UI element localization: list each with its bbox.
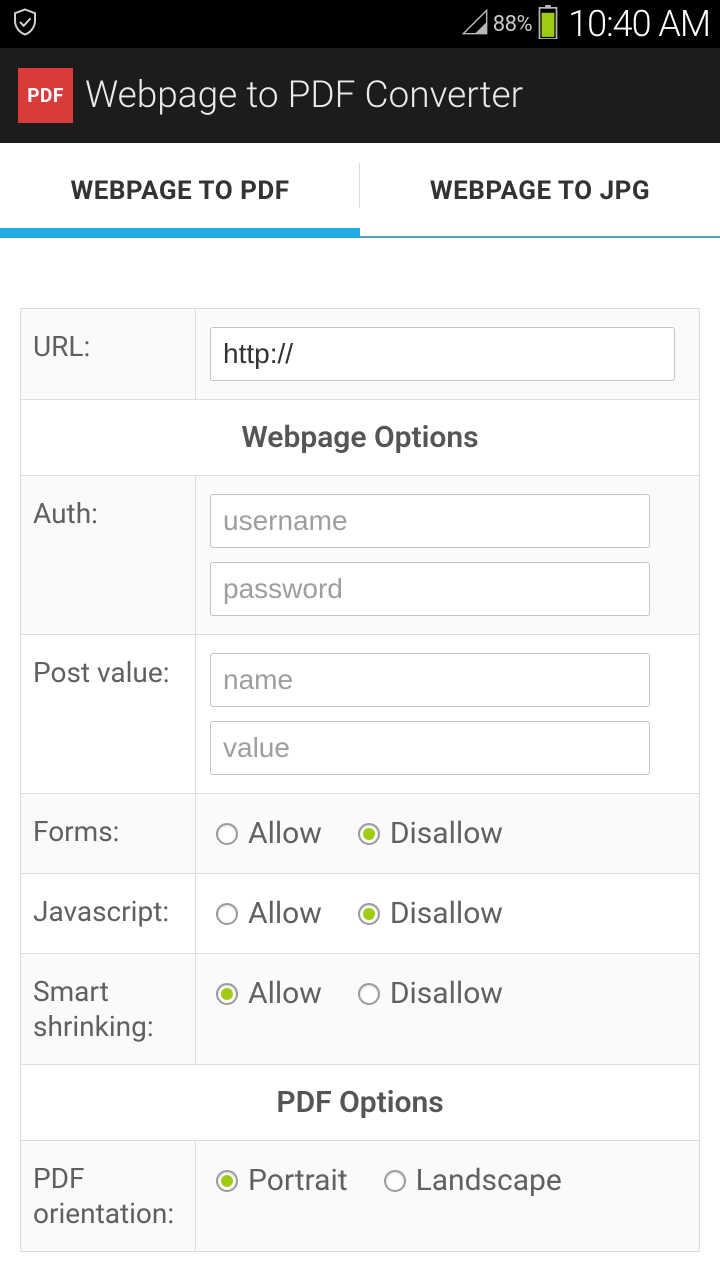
auth-label: Auth: (21, 476, 196, 634)
forms-disallow-radio[interactable]: Disallow (358, 816, 503, 851)
status-bar: 88% 10:40 AM (0, 0, 720, 48)
auth-username-input[interactable] (210, 494, 650, 548)
radio-label: Allow (248, 896, 322, 931)
tab-webpage-to-pdf[interactable]: WEBPAGE TO PDF (0, 143, 360, 238)
radio-label: Disallow (390, 976, 503, 1011)
tab-label: WEBPAGE TO PDF (70, 176, 289, 206)
radio-icon (216, 983, 238, 1005)
app-title: Webpage to PDF Converter (85, 74, 523, 117)
app-title-bar: PDF Webpage to PDF Converter (0, 48, 720, 143)
radio-icon (216, 823, 238, 845)
row-javascript: Javascript: Allow Disallow (21, 874, 699, 954)
orientation-landscape-radio[interactable]: Landscape (384, 1163, 562, 1198)
radio-label: Disallow (390, 816, 503, 851)
radio-label: Allow (248, 976, 322, 1011)
signal-icon (461, 8, 489, 40)
post-name-input[interactable] (210, 653, 650, 707)
shield-icon (10, 7, 40, 41)
tab-label: WEBPAGE TO JPG (430, 176, 650, 206)
url-input[interactable] (210, 327, 675, 381)
forms-label: Forms: (21, 794, 196, 873)
row-smart-shrinking: Smart shrinking: Allow Disallow (21, 954, 699, 1065)
javascript-label: Javascript: (21, 874, 196, 953)
shrinking-allow-radio[interactable]: Allow (216, 976, 322, 1011)
battery-percentage: 88% (493, 12, 532, 37)
post-value-input[interactable] (210, 721, 650, 775)
form-content: URL: Webpage Options Auth: Post value: F… (0, 238, 720, 1252)
radio-icon (358, 823, 380, 845)
radio-label: Landscape (416, 1163, 562, 1198)
url-label: URL: (21, 309, 196, 399)
row-forms: Forms: Allow Disallow (21, 794, 699, 874)
radio-label: Portrait (248, 1163, 348, 1198)
javascript-disallow-radio[interactable]: Disallow (358, 896, 503, 931)
auth-password-input[interactable] (210, 562, 650, 616)
section-webpage-options: Webpage Options (21, 400, 699, 476)
row-post-value: Post value: (21, 635, 699, 794)
radio-label: Disallow (390, 896, 503, 931)
radio-icon (216, 903, 238, 925)
section-pdf-options: PDF Options (21, 1065, 699, 1141)
status-clock: 10:40 AM (568, 3, 710, 45)
row-auth: Auth: (21, 476, 699, 635)
smart-shrinking-label: Smart shrinking: (21, 954, 196, 1064)
shrinking-disallow-radio[interactable]: Disallow (358, 976, 503, 1011)
radio-label: Allow (248, 816, 322, 851)
radio-icon (384, 1170, 406, 1192)
orientation-portrait-radio[interactable]: Portrait (216, 1163, 348, 1198)
tab-indicator (0, 228, 360, 238)
app-icon: PDF (18, 68, 73, 123)
tab-bar: WEBPAGE TO PDF WEBPAGE TO JPG (0, 143, 720, 238)
radio-icon (358, 983, 380, 1005)
forms-allow-radio[interactable]: Allow (216, 816, 322, 851)
row-url: URL: (21, 309, 699, 400)
javascript-allow-radio[interactable]: Allow (216, 896, 322, 931)
radio-icon (358, 903, 380, 925)
radio-icon (216, 1170, 238, 1192)
tab-indicator (360, 236, 720, 238)
pdf-orientation-label: PDF orientation: (21, 1141, 196, 1251)
battery-icon (538, 5, 558, 43)
post-value-label: Post value: (21, 635, 196, 793)
row-pdf-orientation: PDF orientation: Portrait Landscape (21, 1141, 699, 1251)
tab-webpage-to-jpg[interactable]: WEBPAGE TO JPG (360, 143, 720, 238)
options-table: URL: Webpage Options Auth: Post value: F… (20, 308, 700, 1252)
